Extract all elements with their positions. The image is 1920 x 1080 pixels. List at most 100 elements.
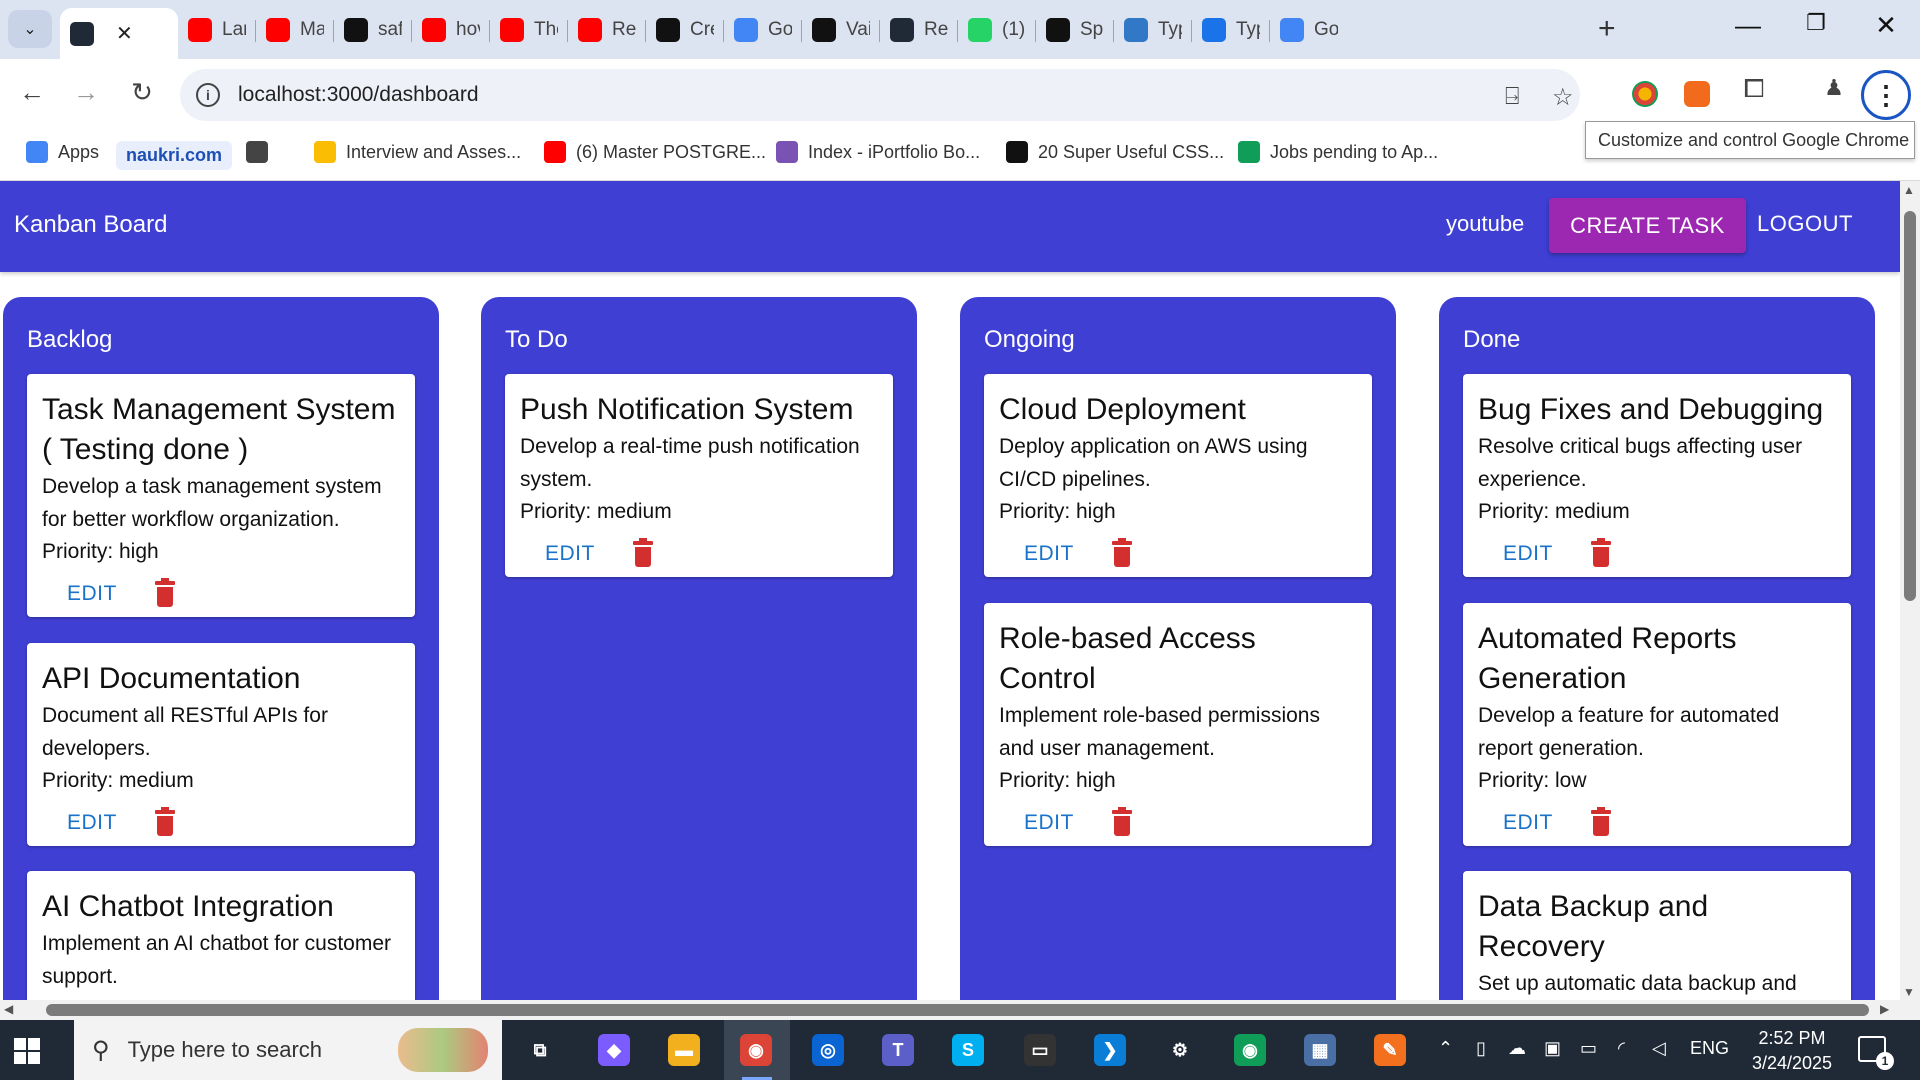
bookmark-item[interactable]: Index - iPortfolio Bo... bbox=[776, 141, 980, 163]
logout-button[interactable]: LOGOUT bbox=[1757, 211, 1853, 237]
scroll-up-icon[interactable]: ▲ bbox=[1903, 183, 1915, 197]
edit-task-button[interactable]: EDIT bbox=[67, 582, 117, 606]
horizontal-scroll-thumb[interactable] bbox=[46, 1004, 1869, 1016]
browser-tab[interactable]: Typ bbox=[1192, 8, 1270, 52]
vertical-scrollbar[interactable]: ▲ ▼ bbox=[1900, 181, 1920, 1001]
extension-notes-icon[interactable] bbox=[1684, 81, 1710, 107]
task-card[interactable]: Data Backup and Recovery Set up automatic… bbox=[1463, 871, 1851, 1001]
delete-trash-icon[interactable] bbox=[1590, 807, 1612, 836]
browser-tab[interactable]: safe bbox=[334, 8, 412, 52]
skype-icon[interactable]: S bbox=[952, 1034, 984, 1066]
bookmark-item[interactable]: (6) Master POSTGRE... bbox=[544, 141, 766, 163]
teams-icon[interactable]: T bbox=[882, 1034, 914, 1066]
edit-task-button[interactable]: EDIT bbox=[1503, 811, 1553, 835]
address-url[interactable]: localhost:3000/dashboard bbox=[238, 83, 479, 107]
extension-colorpicker-icon[interactable] bbox=[1632, 81, 1658, 107]
chrome-menu-button[interactable]: ⋮ bbox=[1861, 70, 1911, 120]
delete-trash-icon[interactable] bbox=[1111, 807, 1133, 836]
horizontal-scrollbar[interactable]: ◀ ▶ bbox=[0, 1000, 1920, 1020]
tab-search-button[interactable]: ⌄ bbox=[8, 10, 52, 48]
bookmark-star-icon[interactable]: ☆ bbox=[1552, 83, 1574, 112]
task-card[interactable]: AI Chatbot Integration Implement an AI ch… bbox=[27, 871, 415, 1001]
file-explorer-icon[interactable]: ▬ bbox=[668, 1034, 700, 1066]
task-card[interactable]: Automated Reports Generation Develop a fe… bbox=[1463, 603, 1851, 846]
task-card[interactable]: Role-based Access Control Implement role-… bbox=[984, 603, 1372, 846]
task-card[interactable]: Push Notification System Develop a real-t… bbox=[505, 374, 893, 577]
chrome-icon[interactable]: ◉ bbox=[740, 1034, 772, 1066]
copilot-icon[interactable]: ◆ bbox=[598, 1034, 630, 1066]
site-info-icon[interactable]: i bbox=[196, 83, 220, 107]
settings-icon[interactable]: ⚙ bbox=[1164, 1034, 1196, 1066]
minimize-button[interactable]: — bbox=[1728, 10, 1768, 41]
task-card[interactable]: Bug Fixes and Debugging Resolve critical … bbox=[1463, 374, 1851, 577]
delete-trash-icon[interactable] bbox=[1590, 538, 1612, 567]
create-task-button[interactable]: CREATE TASK bbox=[1549, 198, 1746, 253]
bookmark-item[interactable]: Apps bbox=[26, 141, 99, 163]
browser-tab[interactable]: Lar bbox=[178, 8, 256, 52]
back-button[interactable]: ← bbox=[14, 77, 50, 108]
volume-icon[interactable]: ◁ bbox=[1652, 1038, 1666, 1059]
browser-tab[interactable]: Typ bbox=[1114, 8, 1192, 52]
edit-task-button[interactable]: EDIT bbox=[545, 542, 595, 566]
browser-tab[interactable]: (1) bbox=[958, 8, 1036, 52]
browser-tab[interactable]: hov bbox=[412, 8, 490, 52]
reload-button[interactable]: ↻ bbox=[124, 77, 160, 108]
address-bar[interactable]: i localhost:3000/dashboard ⍈ ☆ bbox=[180, 69, 1580, 121]
search-highlight-image[interactable] bbox=[398, 1028, 488, 1072]
forward-button[interactable]: → bbox=[68, 77, 104, 108]
delete-trash-icon[interactable] bbox=[632, 538, 654, 567]
close-window-button[interactable]: ✕ bbox=[1866, 10, 1906, 41]
delete-trash-icon[interactable] bbox=[154, 578, 176, 607]
task-card[interactable]: API Documentation Document all RESTful AP… bbox=[27, 643, 415, 846]
edit-task-button[interactable]: EDIT bbox=[1503, 542, 1553, 566]
bookmark-item[interactable] bbox=[246, 141, 278, 163]
calculator-icon[interactable]: ▦ bbox=[1304, 1034, 1336, 1066]
pen-icon[interactable]: ✎ bbox=[1374, 1034, 1406, 1066]
browser-tab[interactable]: Rea bbox=[880, 8, 958, 52]
edit-task-button[interactable]: EDIT bbox=[1024, 542, 1074, 566]
scroll-left-icon[interactable]: ◀ bbox=[4, 1002, 13, 1016]
browser-tab[interactable]: Ma bbox=[256, 8, 334, 52]
delete-trash-icon[interactable] bbox=[154, 807, 176, 836]
taskbar-search-placeholder[interactable]: Type here to search bbox=[128, 1037, 322, 1063]
browser-tab[interactable]: Goo bbox=[724, 8, 802, 52]
bookmark-item[interactable]: 20 Super Useful CSS... bbox=[1006, 141, 1224, 163]
new-tab-button[interactable]: + bbox=[1598, 12, 1616, 46]
edit-task-button[interactable]: EDIT bbox=[1024, 811, 1074, 835]
cloud-sync-icon[interactable]: ☁ bbox=[1508, 1038, 1526, 1059]
language-indicator[interactable]: ENG bbox=[1690, 1038, 1729, 1059]
install-app-icon[interactable]: ⍈ bbox=[1505, 83, 1519, 111]
restore-button[interactable]: ❐ bbox=[1796, 10, 1836, 36]
browser-tab[interactable]: Vai bbox=[802, 8, 880, 52]
browser-tab[interactable]: ✕ bbox=[60, 8, 178, 59]
scroll-right-icon[interactable]: ▶ bbox=[1880, 1002, 1889, 1016]
task-card[interactable]: Cloud Deployment Deploy application on AW… bbox=[984, 374, 1372, 577]
security-icon[interactable]: ▣ bbox=[1544, 1038, 1561, 1059]
edit-task-button[interactable]: EDIT bbox=[67, 811, 117, 835]
browser-tab[interactable]: Rea bbox=[568, 8, 646, 52]
extensions-puzzle-icon[interactable]: ⧠ bbox=[1736, 73, 1772, 105]
browser-tab[interactable]: Cre bbox=[646, 8, 724, 52]
terminal-icon[interactable]: ▭ bbox=[1024, 1034, 1056, 1066]
browser-tab[interactable]: Spe bbox=[1036, 8, 1114, 52]
task-card[interactable]: Task Management System ( Testing done ) D… bbox=[27, 374, 415, 617]
notification-center-icon[interactable]: 1 bbox=[1858, 1036, 1894, 1070]
delete-trash-icon[interactable] bbox=[1111, 538, 1133, 567]
meet-icon[interactable]: ▯ bbox=[1476, 1038, 1486, 1059]
task-view-icon[interactable]: ⧉ bbox=[524, 1034, 556, 1066]
scroll-down-icon[interactable]: ▼ bbox=[1903, 985, 1915, 999]
show-hidden-icons[interactable]: ⌃ bbox=[1438, 1038, 1453, 1059]
taskbar-search[interactable]: ⚲ Type here to search bbox=[74, 1020, 502, 1080]
windows-start-icon[interactable] bbox=[14, 1038, 40, 1064]
wifi-icon[interactable]: ◜ bbox=[1618, 1038, 1625, 1059]
browser-tab[interactable]: Goo bbox=[1270, 8, 1348, 52]
vscode-icon[interactable]: ❯ bbox=[1094, 1034, 1126, 1066]
profile-avatar[interactable]: ♟ bbox=[1816, 75, 1852, 101]
close-tab-icon[interactable]: ✕ bbox=[116, 21, 133, 46]
bookmark-item[interactable]: Interview and Asses... bbox=[314, 141, 521, 163]
bookmark-item[interactable]: Jobs pending to Ap... bbox=[1238, 141, 1438, 163]
browser-tab[interactable]: The bbox=[490, 8, 568, 52]
battery-icon[interactable]: ▭ bbox=[1580, 1038, 1597, 1059]
chrome-icon[interactable]: ◉ bbox=[1234, 1034, 1266, 1066]
system-clock[interactable]: 2:52 PM 3/24/2025 bbox=[1742, 1026, 1842, 1076]
